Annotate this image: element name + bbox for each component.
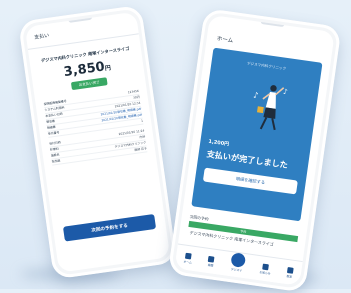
- payment-title: 支払い: [33, 32, 50, 41]
- card-clinic-name: デジスマ内科クリニック: [246, 61, 287, 71]
- tab-label: ホーム: [183, 259, 193, 265]
- status-badge: お支払い完了: [70, 77, 108, 91]
- paid-amount: 1,200円: [207, 138, 230, 148]
- payment-screen: 支払い デジスマ内科クリニック 南塚インタースライゴ 3,850円 お支払い完了…: [24, 11, 171, 273]
- phone-payment: 支払い デジスマ内科クリニック 南塚インタースライゴ 3,850円 お支払い完了…: [18, 4, 177, 280]
- home-screen: ホーム デジスマ内科クリニック ♪ ♪ 1,200円 支払いが完了しました 明細…: [174, 14, 335, 286]
- tab-label: お知らせ: [259, 269, 271, 276]
- svg-text:♪: ♪: [253, 91, 259, 101]
- celebration-illustration: ♪ ♪: [253, 85, 288, 131]
- amount-currency: 円: [104, 64, 112, 73]
- payment-details: 保険医療機関番号 123456 システム利用料 30円 お支払い日時 2021/01/…: [43, 88, 148, 166]
- detail-value: 内科: [139, 134, 146, 140]
- home-icon: [185, 252, 192, 260]
- tab-digisma[interactable]: デジスマ: [229, 251, 246, 273]
- tab-history[interactable]: 履歴: [207, 255, 216, 268]
- tab-home[interactable]: ホーム: [183, 252, 193, 264]
- tab-label: デジスマ: [230, 266, 243, 273]
- detail-value: 医師 花子: [134, 146, 148, 153]
- tab-label: 設定: [286, 273, 293, 279]
- digisma-icon: [229, 251, 246, 268]
- view-receipt-button[interactable]: 明細を確認する: [202, 167, 298, 195]
- phone-home: ホーム デジスマ内科クリニック ♪ ♪ 1,200円 支払いが完了しました 明細…: [167, 8, 342, 293]
- payment-complete-card: デジスマ内科クリニック ♪ ♪ 1,200円 支払いが完了しました 明細を確認す…: [191, 47, 323, 222]
- tab-settings[interactable]: 設定: [286, 266, 294, 279]
- detail-value: 30円: [132, 94, 140, 100]
- amount-value: 3,850: [62, 59, 106, 81]
- bell-icon: [262, 263, 270, 270]
- next-reservation-button[interactable]: 次回の予約をする: [62, 213, 157, 242]
- gear-icon: [286, 266, 294, 274]
- detail-label: 担当医: [51, 158, 61, 164]
- history-icon: [208, 255, 216, 263]
- payment-complete-message: 支払いが完了しました: [206, 148, 289, 171]
- tab-notifications[interactable]: お知らせ: [259, 263, 272, 275]
- tab-label: 履歴: [207, 262, 214, 268]
- bottom-tab-bar: ホーム 履歴 デジスマ お知らせ 設定: [174, 243, 303, 286]
- detail-value: 1: [140, 118, 144, 123]
